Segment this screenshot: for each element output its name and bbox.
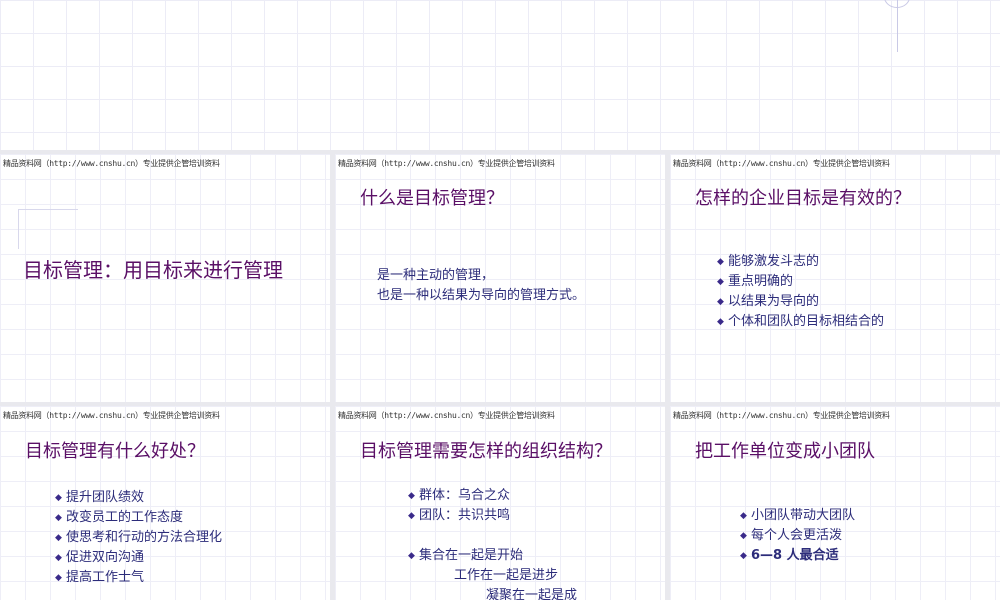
slide-title: 目标管理：用目标来进行管理: [23, 258, 283, 282]
list-item: ◆ 提升团队绩效: [55, 488, 222, 508]
slide-body: 是一种主动的管理， 也是一种以结果为导向的管理方式。: [377, 266, 585, 306]
diamond-bullet-icon: ◆: [55, 533, 62, 543]
slide-title: 什么是目标管理？: [360, 188, 504, 209]
decorative-frame: [18, 209, 78, 249]
diamond-bullet-icon: ◆: [740, 511, 747, 521]
list-item: ◆ 集合在一起是开始: [408, 546, 577, 566]
bullet-list: ◆ 群体：乌合之众 ◆ 团队：共识共鸣 ◆ 集合在一起是开始 工作在一起是进步 凝聚在…: [408, 486, 577, 600]
diamond-bullet-icon: ◆: [55, 513, 62, 523]
slide-thumbnail-2[interactable]: 精品资料网（http://www.cnshu.cn）专业提供企管培训资料 什么是…: [335, 154, 665, 402]
diamond-bullet-icon: ◆: [408, 551, 415, 561]
slide-thumbnail-3[interactable]: 精品资料网（http://www.cnshu.cn）专业提供企管培训资料 怎样的…: [670, 154, 1000, 402]
list-item: ◆ 提高工作士气: [55, 568, 222, 588]
list-item: ◆ 能够激发斗志的: [717, 252, 884, 272]
slide-thumbnail-6[interactable]: 精品资料网（http://www.cnshu.cn）专业提供企管培训资料 把工作…: [670, 406, 1000, 600]
body-line: 也是一种以结果为导向的管理方式。: [377, 288, 586, 303]
slide-watermark: 精品资料网（http://www.cnshu.cn）专业提供企管培训资料: [673, 159, 890, 168]
list-item: ◆ 以结果为导向的: [717, 292, 884, 312]
list-item: ◆ 改变员工的工作态度: [55, 508, 222, 528]
slide-thumbnail-4[interactable]: 精品资料网（http://www.cnshu.cn）专业提供企管培训资料 目标管…: [0, 406, 330, 600]
slide-title: 把工作单位变成小团队: [695, 441, 875, 462]
list-item: ◆ 促进双向沟通: [55, 548, 222, 568]
body-line: 是一种主动的管理，: [377, 268, 495, 283]
slide-thumbnail-1[interactable]: 精品资料网（http://www.cnshu.cn）专业提供企管培训资料 目标管…: [0, 154, 330, 402]
decorative-circle: [884, 0, 910, 8]
diamond-bullet-icon: ◆: [740, 551, 747, 561]
bullet-list: ◆ 能够激发斗志的 ◆ 重点明确的 ◆ 以结果为导向的 ◆ 个体和团队的目标相结合的: [717, 252, 884, 332]
slide-title: 怎样的企业目标是有效的？: [695, 188, 911, 209]
slide-watermark: 精品资料网（http://www.cnshu.cn）专业提供企管培训资料: [338, 159, 555, 168]
list-item: ◆ 每个人会更活泼: [740, 526, 855, 546]
bullet-list: ◆ 小团队带动大团队 ◆ 每个人会更活泼 ◆ 6—8 人最合适: [740, 506, 855, 566]
list-item: ◆ 团队：共识共鸣: [408, 506, 577, 526]
list-item: ◆ 6—8 人最合适: [740, 546, 855, 566]
diamond-bullet-icon: ◆: [740, 531, 747, 541]
list-item: ◆ 使思考和行动的方法合理化: [55, 528, 222, 548]
list-item-continuation: 凝聚在一起是成: [486, 588, 578, 600]
diamond-bullet-icon: ◆: [55, 493, 62, 503]
diamond-bullet-icon: ◆: [55, 553, 62, 563]
list-item: ◆ 个体和团队的目标相结合的: [717, 312, 884, 332]
diamond-bullet-icon: ◆: [408, 491, 415, 501]
diamond-bullet-icon: ◆: [55, 573, 62, 583]
slide-watermark: 精品资料网（http://www.cnshu.cn）专业提供企管培训资料: [3, 159, 220, 168]
diamond-bullet-icon: ◆: [717, 297, 724, 307]
slide-watermark: 精品资料网（http://www.cnshu.cn）专业提供企管培训资料: [673, 411, 890, 420]
list-spacer: [408, 526, 577, 546]
diamond-bullet-icon: ◆: [717, 317, 724, 327]
slide-title: 目标管理需要怎样的组织结构？: [360, 441, 612, 462]
list-item: ◆ 小团队带动大团队: [740, 506, 855, 526]
slide-title: 目标管理有什么好处？: [25, 441, 205, 462]
slide-watermark: 精品资料网（http://www.cnshu.cn）专业提供企管培训资料: [3, 411, 220, 420]
diamond-bullet-icon: ◆: [717, 257, 724, 267]
slide-thumbnail-5[interactable]: 精品资料网（http://www.cnshu.cn）专业提供企管培训资料 目标管…: [335, 406, 665, 600]
bullet-list: ◆ 提升团队绩效 ◆ 改变员工的工作态度 ◆ 使思考和行动的方法合理化 ◆ 促进双向沟通…: [55, 488, 222, 588]
list-item-continuation: 工作在一起是进步: [454, 568, 559, 583]
list-item: ◆ 重点明确的: [717, 272, 884, 292]
previous-slide-area: [0, 0, 1000, 150]
diamond-bullet-icon: ◆: [408, 511, 415, 521]
slide-watermark: 精品资料网（http://www.cnshu.cn）专业提供企管培训资料: [338, 411, 555, 420]
list-item: ◆ 群体：乌合之众: [408, 486, 577, 506]
diamond-bullet-icon: ◆: [717, 277, 724, 287]
